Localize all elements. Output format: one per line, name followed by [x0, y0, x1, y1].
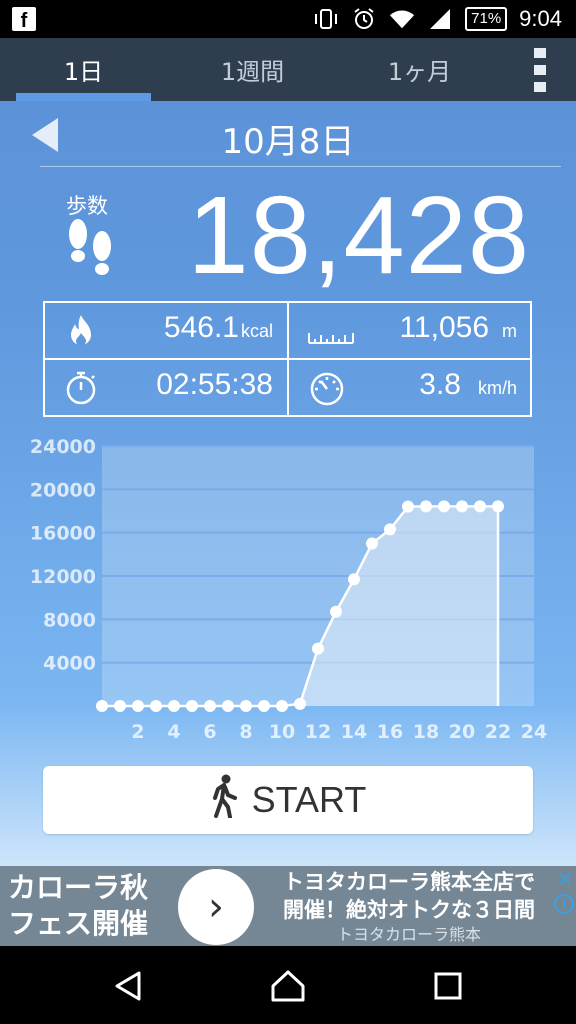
calories-value: 546.1: [163, 311, 239, 344]
wifi-icon: [389, 6, 415, 32]
battery-indicator: 71%: [465, 7, 508, 31]
x-tick-label: 12: [305, 721, 331, 743]
y-tick-label: 16000: [30, 523, 96, 545]
ad-text: トヨタカローラ熊本全店で 開催！絶対オトクな３日間: [283, 870, 535, 922]
ad-chevron-right-icon[interactable]: ›: [178, 869, 254, 945]
ad-headline: カローラ秋 フェス開催: [8, 871, 149, 940]
navigation-bar: [0, 946, 576, 1024]
y-tick-label: 8000: [43, 609, 96, 631]
data-point: [186, 700, 198, 712]
tab-indicator: [16, 93, 151, 101]
data-point: [366, 537, 378, 550]
distance-stat: 11,056 m: [289, 303, 531, 358]
data-point: [384, 523, 396, 536]
y-tick-label: 20000: [30, 479, 96, 501]
stopwatch-icon: [63, 370, 99, 406]
ad-banner[interactable]: カローラ秋 フェス開催 › トヨタカローラ熊本全店で 開催！絶対オトクな３日間 …: [0, 866, 576, 946]
distance-value: 11,056: [399, 311, 489, 344]
clock: 9:04: [519, 6, 562, 31]
data-point: [492, 500, 504, 513]
x-tick-label: 10: [269, 721, 295, 743]
data-point: [168, 700, 180, 712]
ad-info-icon[interactable]: i: [554, 894, 574, 914]
x-tick-label: 22: [485, 721, 511, 743]
data-point: [204, 700, 216, 712]
y-tick-label: 12000: [30, 566, 96, 588]
flame-icon: [63, 313, 99, 349]
back-icon[interactable]: [108, 966, 148, 1006]
time-value: 02:55:38: [156, 368, 273, 401]
x-tick-label: 6: [203, 721, 216, 743]
data-point: [132, 700, 144, 712]
vibrate-icon: [313, 6, 339, 32]
start-button[interactable]: START: [43, 766, 533, 834]
x-tick-label: 18: [413, 721, 439, 743]
data-point: [96, 700, 108, 712]
data-point: [150, 700, 162, 712]
data-point: [222, 700, 234, 712]
y-tick-label: 24000: [30, 436, 96, 458]
x-tick-label: 24: [521, 721, 547, 743]
data-point: [312, 642, 324, 655]
data-point: [330, 605, 342, 618]
calories-stat: 546.1 kcal: [45, 303, 287, 358]
y-tick-label: 4000: [43, 653, 96, 675]
walking-person-icon: [210, 774, 238, 827]
signal-icon: [427, 6, 453, 32]
x-tick-label: 20: [449, 721, 475, 743]
steps-label: 歩数: [66, 194, 108, 218]
stats-grid: 546.1 kcal 11,056 m 02:55:38 3.8 km/h: [43, 301, 532, 417]
ad-close-icon[interactable]: ✕: [554, 868, 576, 890]
data-point: [420, 500, 432, 513]
data-point: [294, 697, 306, 710]
data-point: [402, 500, 414, 513]
x-tick-label: 2: [131, 721, 144, 743]
overflow-menu-icon[interactable]: [528, 48, 552, 92]
x-tick-label: 16: [377, 721, 403, 743]
data-point: [348, 573, 360, 586]
tab-week[interactable]: 1週間: [185, 38, 320, 101]
calories-unit: kcal: [240, 321, 273, 341]
speed-stat: 3.8 km/h: [289, 360, 531, 415]
speed-unit: km/h: [477, 378, 517, 398]
data-point: [276, 700, 288, 712]
divider: [40, 166, 561, 167]
step-count: 18,428: [187, 174, 530, 297]
home-icon[interactable]: [268, 966, 308, 1006]
distance-unit: m: [502, 321, 517, 341]
footprints-icon: [64, 218, 118, 284]
data-point: [240, 700, 252, 712]
recent-apps-icon[interactable]: [428, 966, 468, 1006]
x-tick-label: 4: [167, 721, 180, 743]
hourly-steps-chart: 40008000120001600020000240002 4 6 8 10 12 14 16…: [30, 436, 547, 743]
speed-value: 3.8: [419, 368, 461, 401]
data-point: [456, 500, 468, 513]
status-bar: f 71% 9:04: [0, 0, 576, 38]
speedometer-icon: [307, 370, 344, 406]
data-point: [258, 700, 270, 712]
date-header: 10月8日: [0, 106, 576, 166]
facebook-icon: f: [12, 7, 36, 31]
tab-bar: 1日 1週間 1ヶ月: [0, 38, 576, 101]
tab-month[interactable]: 1ヶ月: [352, 38, 487, 101]
tab-day[interactable]: 1日: [16, 38, 151, 101]
data-point: [114, 700, 126, 712]
x-tick-label: 14: [341, 721, 367, 743]
ad-sponsor: トヨタカローラ熊本: [336, 925, 481, 944]
alarm-icon: [351, 6, 377, 32]
date-title: 10月8日: [221, 122, 355, 162]
time-stat: 02:55:38: [45, 360, 287, 415]
x-tick-label: 8: [239, 721, 252, 743]
data-point: [438, 500, 450, 513]
start-button-label: START: [251, 779, 367, 820]
ruler-icon: [307, 313, 355, 349]
data-point: [474, 500, 486, 513]
